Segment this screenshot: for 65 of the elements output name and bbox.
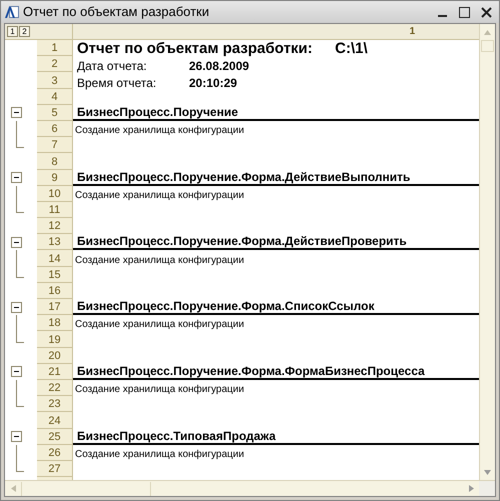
collapse-icon[interactable] bbox=[11, 172, 22, 184]
group-bracket bbox=[16, 120, 24, 148]
row-number: 24 bbox=[37, 412, 73, 428]
note-text: Создание хранилища конфигурации bbox=[75, 320, 244, 332]
scrollbar-corner bbox=[479, 481, 495, 496]
report-path: C:\1\ bbox=[335, 41, 368, 56]
collapse-icon[interactable] bbox=[11, 236, 22, 248]
note-text: Создание хранилища конфигурации bbox=[75, 190, 244, 202]
field-label: Дата отчета: bbox=[77, 60, 148, 72]
note-text: Создание хранилища конфигурации bbox=[75, 450, 244, 461]
note-text: Создание хранилища конфигурации bbox=[75, 126, 244, 138]
collapse-icon[interactable] bbox=[11, 107, 22, 118]
field-value: 20:10:29 bbox=[189, 76, 238, 89]
field-value: 26.08.2009 bbox=[189, 60, 250, 72]
group-bracket bbox=[16, 250, 24, 278]
section-heading: БизнесПроцесс.Поручение.Форма.ДействиеПроверить bbox=[77, 235, 407, 248]
section-heading: БизнесПроцесс.Поручение bbox=[77, 106, 238, 119]
scroll-thumb[interactable] bbox=[481, 40, 494, 52]
row-number: 16 bbox=[37, 282, 73, 299]
group-bracket bbox=[16, 380, 24, 408]
window-title: Отчет по объектам разработки bbox=[23, 3, 210, 22]
row-number: 4 bbox=[37, 88, 73, 105]
row-number: 9 bbox=[37, 170, 73, 186]
row-number: 14 bbox=[37, 250, 73, 267]
row-number: 17 bbox=[37, 299, 73, 316]
row-number: 2 bbox=[37, 56, 73, 72]
row-number: 18 bbox=[37, 315, 73, 332]
note-text: Создание хранилища конфигурации bbox=[75, 385, 244, 396]
collapse-icon[interactable] bbox=[11, 366, 22, 378]
row-number: 8 bbox=[37, 153, 73, 170]
row-number: 1 bbox=[37, 40, 73, 56]
row-number: 10 bbox=[37, 186, 73, 202]
row-number: 5 bbox=[37, 104, 73, 121]
collapse-icon[interactable] bbox=[11, 302, 22, 313]
row-number: 3 bbox=[37, 72, 73, 89]
document-icon bbox=[5, 5, 19, 19]
row-number: 15 bbox=[37, 266, 73, 283]
row-number: 11 bbox=[37, 202, 73, 218]
row-number: 25 bbox=[37, 428, 73, 445]
row-number: 20 bbox=[37, 348, 73, 364]
row-number: 26 bbox=[37, 444, 73, 461]
group-bracket bbox=[16, 186, 24, 214]
section-heading: БизнесПроцесс.ТиповаяПродажа bbox=[77, 430, 276, 443]
row-number: 22 bbox=[37, 380, 73, 396]
row-number: 27 bbox=[37, 460, 73, 478]
row-number: 19 bbox=[37, 331, 73, 348]
report-title: Отчет по объектам разработки: bbox=[77, 41, 314, 56]
group-bracket bbox=[16, 315, 24, 343]
row-number: 12 bbox=[37, 218, 73, 234]
collapse-icon[interactable] bbox=[11, 431, 22, 442]
row-number: 13 bbox=[37, 234, 73, 250]
level-button[interactable]: 1 bbox=[7, 26, 18, 37]
row-number: 6 bbox=[37, 120, 73, 138]
note-text: Создание хранилища конфигурации bbox=[75, 256, 244, 267]
level-button[interactable]: 2 bbox=[19, 26, 30, 37]
field-label: Время отчета: bbox=[77, 76, 158, 89]
section-heading: БизнесПроцесс.Поручение.Форма.ФормаБизнесПроцесса bbox=[77, 364, 425, 378]
vertical-scrollbar[interactable] bbox=[479, 24, 495, 480]
section-heading: БизнесПроцесс.Поручение.Форма.ДействиеВыполнить bbox=[77, 170, 410, 184]
column-header: 1 bbox=[409, 26, 415, 36]
group-bracket bbox=[16, 444, 24, 472]
row-number: 7 bbox=[37, 137, 73, 154]
row-number: 21 bbox=[37, 364, 73, 380]
row-number: 23 bbox=[37, 396, 73, 412]
section-heading: БизнесПроцесс.Поручение.Форма.СписокСсылок bbox=[77, 300, 374, 314]
